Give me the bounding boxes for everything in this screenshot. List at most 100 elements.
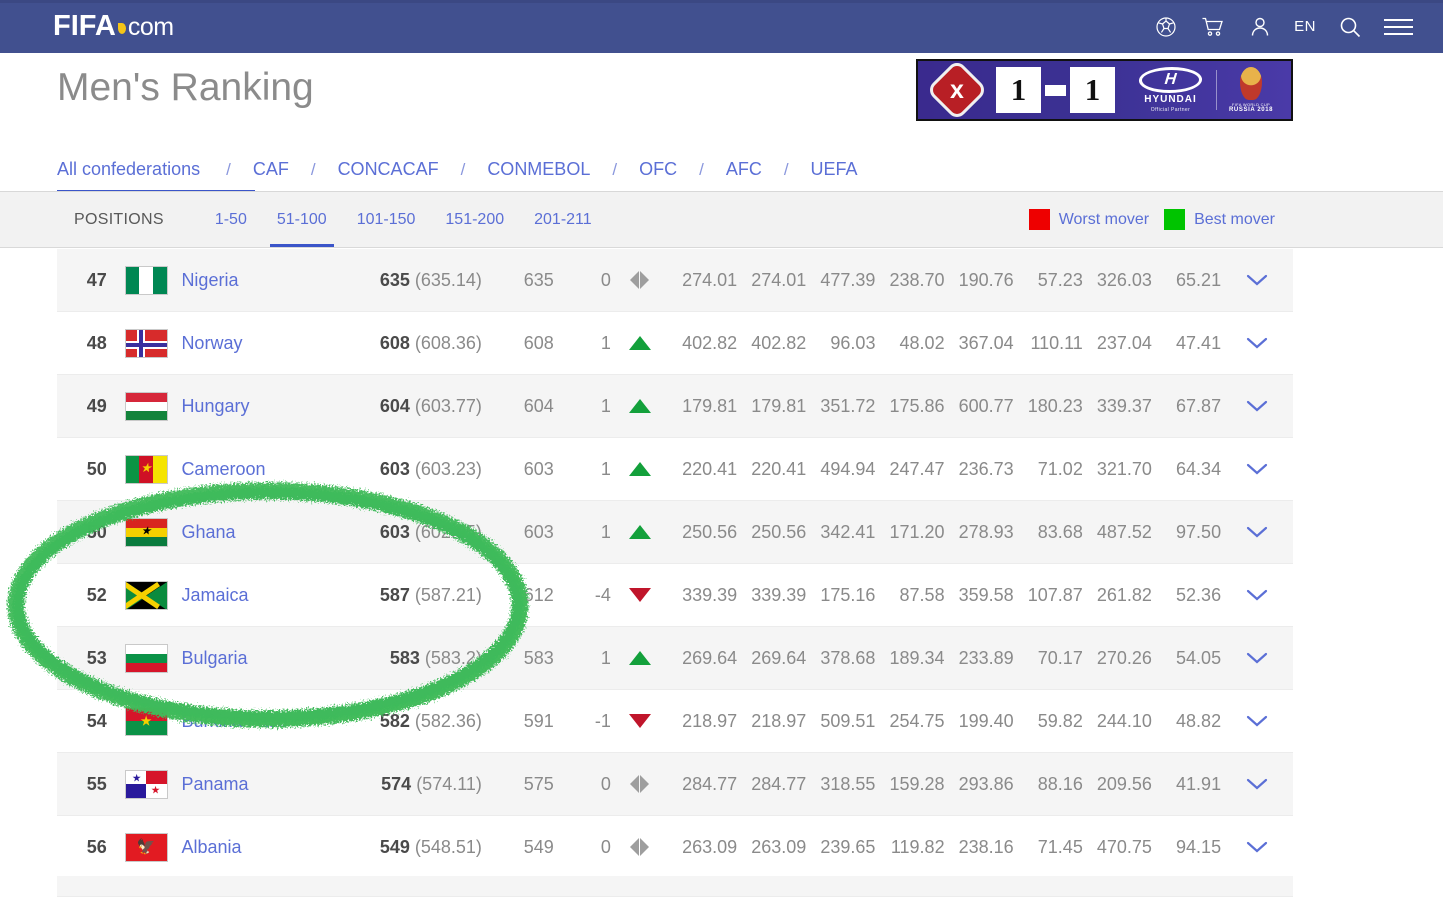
row-metric-6: 88.16 — [1037, 773, 1083, 794]
confederation-tab-caf[interactable]: CAF — [235, 159, 307, 180]
row-expand-chevron-down-icon[interactable] — [1221, 463, 1293, 475]
row-rank: 48 — [86, 332, 107, 353]
flag-icon-ghana: ★ — [124, 517, 168, 547]
row-metric-1: 250.56 — [682, 521, 738, 542]
row-team-link[interactable]: Jamaica — [177, 585, 352, 606]
positions-filter-bar: POSITIONS 1-50 51-100 101-150 151-200 201-21… — [0, 192, 1443, 248]
best-mover-swatch-icon — [1164, 209, 1186, 230]
table-row[interactable]: 47 Nigeria 635 (635.14) 635 0 274.01 274.01 477… — [57, 249, 1293, 312]
row-metric-6: 110.11 — [1030, 332, 1083, 353]
row-expand-chevron-down-icon[interactable] — [1221, 589, 1293, 601]
table-row[interactable]: 50 ★ Ghana 603 (602.95) 603 1 250.56 250.56 342.… — [57, 501, 1293, 564]
row-expand-chevron-down-icon[interactable] — [1221, 715, 1293, 727]
row-points: 604 (603.77) — [353, 396, 482, 417]
row-team-link[interactable]: Burkina Faso — [177, 711, 352, 732]
row-metric-2: 220.41 — [751, 458, 807, 479]
trend-down-icon — [628, 588, 651, 602]
row-team-link[interactable]: Panama — [177, 774, 352, 795]
positions-range-51-100[interactable]: 51-100 — [262, 192, 342, 247]
row-metric-8: 41.91 — [1176, 773, 1222, 794]
row-expand-chevron-down-icon[interactable] — [1221, 400, 1293, 412]
table-row[interactable]: 54 ★ Burkina Faso 582 (582.36) 591 -1 218.97 21… — [57, 690, 1293, 753]
positions-range-201-211[interactable]: 201-211 — [519, 192, 607, 247]
table-row[interactable]: 50 ★ Cameroon 603 (603.23) 603 1 220.41 220.41 4… — [57, 438, 1293, 501]
row-metric-4: 87.58 — [899, 584, 945, 605]
confederation-tab-afc[interactable]: AFC — [708, 159, 780, 180]
confederation-tab-concacaf[interactable]: CONCACAF — [320, 159, 457, 180]
cart-icon[interactable] — [1200, 14, 1226, 40]
row-team-link[interactable]: Nigeria — [177, 270, 352, 291]
table-row[interactable]: 52 Jamaica 587 (587.21) 612 -4 339.39 339.39 17… — [57, 564, 1293, 627]
flag-icon-albania: 🦅 — [124, 832, 168, 862]
row-metric-4: 119.82 — [890, 836, 945, 857]
row-team-link[interactable]: Cameroon — [177, 459, 352, 480]
row-expand-chevron-down-icon[interactable] — [1221, 652, 1293, 664]
search-icon[interactable] — [1337, 14, 1363, 40]
row-points: 574 (574.11) — [353, 774, 482, 795]
language-selector[interactable]: EN — [1294, 18, 1316, 35]
row-metric-2: 269.64 — [751, 647, 807, 668]
ad-close-badge-icon[interactable]: x — [925, 61, 989, 119]
table-row[interactable]: 48 Norway 608 (608.36) 608 1 402.82 402.82 96.0… — [57, 312, 1293, 375]
row-metric-7: 209.56 — [1096, 773, 1152, 794]
row-metric-8: 94.15 — [1176, 836, 1222, 857]
row-trend-cell — [611, 588, 668, 602]
confederation-tab-ofc[interactable]: OFC — [621, 159, 695, 180]
row-metric-5: 367.04 — [958, 332, 1014, 353]
table-row[interactable]: 49 Hungary 604 (603.77) 604 1 179.81 179.81 351… — [57, 375, 1293, 438]
table-row[interactable]: 55 ★ ★ Panama 574 (574.11) 575 0 284.77 284.77 31… — [57, 753, 1293, 816]
trend-up-icon — [628, 399, 651, 413]
table-row[interactable]: 53 Bulgaria 583 (583.2) 583 1 269.64 269.64 378… — [57, 627, 1293, 690]
row-metric-3: 239.65 — [820, 836, 876, 857]
row-metric-4: 48.02 — [899, 332, 945, 353]
confederation-tab-uefa[interactable]: UEFA — [793, 159, 876, 180]
row-expand-chevron-down-icon[interactable] — [1221, 337, 1293, 349]
row-team-link[interactable]: Bulgaria — [177, 648, 352, 669]
row-team-link[interactable]: Norway — [177, 333, 352, 354]
ball-icon[interactable] — [1153, 14, 1179, 40]
row-points-exact: (603.77) — [409, 395, 482, 416]
row-metric-3: 318.55 — [820, 773, 876, 794]
confederation-separator: / — [612, 159, 618, 179]
row-expand-chevron-down-icon[interactable] — [1221, 526, 1293, 538]
row-metric-3: 477.39 — [820, 269, 876, 290]
menu-icon[interactable] — [1384, 18, 1413, 35]
match-score-ad-banner[interactable]: x 1 1 H HYUNDAI Official Partner FIFA WO… — [916, 59, 1293, 121]
row-points-value: 603 — [379, 521, 410, 542]
row-metric-5: 238.16 — [958, 836, 1014, 857]
positions-range-101-150[interactable]: 101-150 — [342, 192, 431, 247]
user-icon[interactable] — [1247, 14, 1273, 40]
row-previous-points: 635 — [523, 269, 554, 290]
row-rank-change: 0 — [600, 836, 611, 857]
row-metric-2: 218.97 — [751, 710, 807, 731]
row-metric-7: 326.03 — [1096, 269, 1152, 290]
row-expand-chevron-down-icon[interactable] — [1221, 778, 1293, 790]
row-rank-change: 0 — [600, 773, 611, 794]
row-team-link[interactable]: Hungary — [177, 396, 352, 417]
page-title: Men's Ranking — [57, 66, 314, 109]
confederation-tab-conmebol[interactable]: CONMEBOL — [469, 159, 608, 180]
row-metric-4: 171.20 — [889, 521, 945, 542]
row-metric-6: 107.87 — [1027, 584, 1083, 605]
row-rank-change: 0 — [600, 269, 611, 290]
row-metric-7: 470.75 — [1096, 836, 1152, 857]
positions-range-151-200[interactable]: 151-200 — [430, 192, 519, 247]
trend-up-icon — [628, 651, 651, 665]
row-expand-chevron-down-icon[interactable] — [1221, 841, 1293, 853]
row-team-link[interactable]: Albania — [177, 837, 352, 858]
nav-icon-group: EN — [1153, 0, 1413, 53]
row-team-link[interactable]: Ghana — [177, 522, 352, 543]
row-flag-cell — [115, 265, 178, 295]
row-metric-1: 402.82 — [682, 332, 738, 353]
positions-range-1-50[interactable]: 1-50 — [200, 192, 262, 247]
row-expand-chevron-down-icon[interactable] — [1221, 274, 1293, 286]
table-row[interactable]: 56 🦅 Albania 549 (548.51) 549 0 263.09 263.09 23… — [57, 816, 1293, 879]
confederation-tab-all-confederations[interactable]: All confederations — [57, 159, 222, 180]
row-metric-1: 269.64 — [682, 647, 738, 668]
row-rank: 54 — [86, 710, 107, 731]
row-rank-change: 1 — [600, 458, 611, 479]
trend-up-icon — [628, 525, 651, 539]
fifa-logo[interactable]: FIFA com — [53, 10, 174, 43]
row-rank-change: 1 — [600, 395, 611, 416]
row-metric-6: 83.68 — [1037, 521, 1083, 542]
